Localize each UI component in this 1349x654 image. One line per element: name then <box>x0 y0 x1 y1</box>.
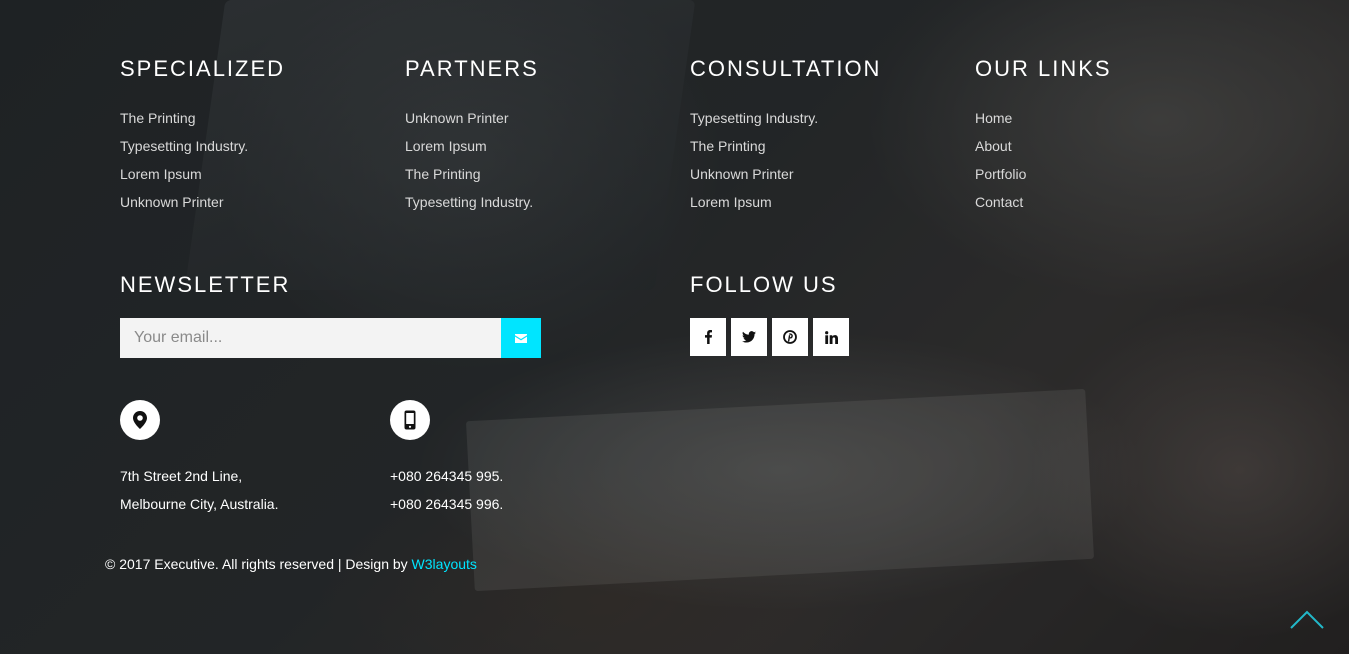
pinterest-icon <box>783 330 797 344</box>
scroll-to-top-button[interactable] <box>1289 606 1325 632</box>
footer-link[interactable]: Typesetting Industry. <box>690 104 881 132</box>
column-heading: SPECIALIZED <box>120 56 286 81</box>
footer-link[interactable]: The Printing <box>690 132 881 160</box>
facebook-icon <box>704 330 712 344</box>
phone-block: +080 264345 995. +080 264345 996. <box>390 400 503 518</box>
newsletter-form <box>120 318 541 358</box>
column-heading: PARTNERS <box>405 56 539 81</box>
facebook-button[interactable] <box>690 318 726 356</box>
twitter-icon <box>742 331 756 343</box>
copyright-text: © 2017 Executive. All rights reserved | … <box>105 555 477 573</box>
address-block: 7th Street 2nd Line, Melbourne City, Aus… <box>120 400 278 518</box>
nav-link-portfolio[interactable]: Portfolio <box>975 160 1112 188</box>
map-marker-icon <box>133 411 147 429</box>
footer-link[interactable]: Lorem Ipsum <box>405 132 539 160</box>
pinterest-button[interactable] <box>772 318 808 356</box>
footer-link[interactable]: Unknown Printer <box>405 104 539 132</box>
newsletter-heading: NEWSLETTER <box>120 272 291 297</box>
follow-section: FOLLOW US <box>690 272 849 356</box>
linkedin-icon <box>824 330 838 344</box>
envelope-icon <box>515 333 527 343</box>
footer-link[interactable]: Typesetting Industry. <box>405 188 539 216</box>
footer-link[interactable]: Unknown Printer <box>120 188 285 216</box>
footer-link[interactable]: Typesetting Industry. <box>120 132 285 160</box>
subscribe-button[interactable] <box>501 318 541 358</box>
address-icon-badge <box>120 400 160 440</box>
footer-column-specialized: SPECIALIZED The Printing Typesetting Ind… <box>120 56 285 216</box>
linkedin-button[interactable] <box>813 318 849 356</box>
follow-heading: FOLLOW US <box>690 272 838 297</box>
twitter-button[interactable] <box>731 318 767 356</box>
link-list: The Printing Typesetting Industry. Lorem… <box>120 104 285 216</box>
column-heading: CONSULTATION <box>690 56 882 81</box>
address-line: 7th Street 2nd Line, <box>120 468 243 484</box>
address-line: Melbourne City, Australia. <box>120 496 279 512</box>
footer-column-consultation: CONSULTATION Typesetting Industry. The P… <box>690 56 881 216</box>
email-input[interactable] <box>120 318 501 358</box>
footer-link[interactable]: The Printing <box>405 160 539 188</box>
phone-number: +080 264345 996. <box>390 496 504 512</box>
designer-link[interactable]: W3layouts <box>412 556 477 572</box>
column-heading: OUR LINKS <box>975 56 1112 81</box>
footer: SPECIALIZED The Printing Typesetting Ind… <box>0 0 1349 654</box>
footer-link[interactable]: Unknown Printer <box>690 160 881 188</box>
footer-link[interactable]: The Printing <box>120 104 285 132</box>
footer-link[interactable]: Lorem Ipsum <box>690 188 881 216</box>
mobile-phone-icon <box>404 410 416 430</box>
nav-link-contact[interactable]: Contact <box>975 188 1112 216</box>
footer-link[interactable]: Lorem Ipsum <box>120 160 285 188</box>
link-list: Home About Portfolio Contact <box>975 104 1112 216</box>
link-list: Unknown Printer Lorem Ipsum The Printing… <box>405 104 539 216</box>
footer-column-partners: PARTNERS Unknown Printer Lorem Ipsum The… <box>405 56 539 216</box>
chevron-up-icon <box>1290 610 1324 629</box>
newsletter-section: NEWSLETTER <box>120 272 541 358</box>
phone-number: +080 264345 995. <box>390 468 504 484</box>
footer-column-our-links: OUR LINKS Home About Portfolio Contact <box>975 56 1112 216</box>
nav-link-about[interactable]: About <box>975 132 1112 160</box>
social-links <box>690 318 849 356</box>
copyright-label: © 2017 Executive. All rights reserved | … <box>105 556 412 572</box>
phone-icon-badge <box>390 400 430 440</box>
nav-link-home[interactable]: Home <box>975 104 1112 132</box>
link-list: Typesetting Industry. The Printing Unkno… <box>690 104 881 216</box>
